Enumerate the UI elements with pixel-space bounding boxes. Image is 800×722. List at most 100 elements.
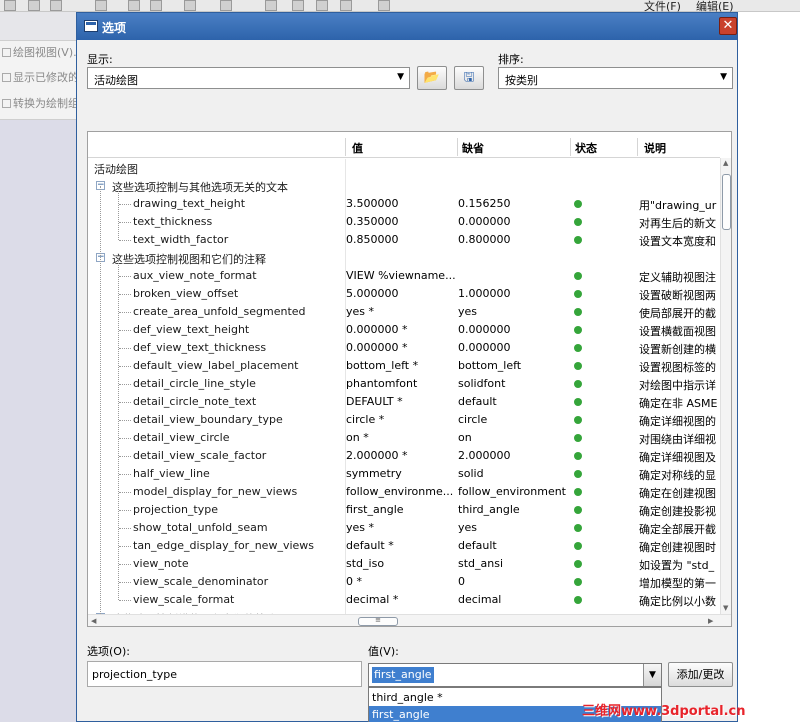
option-default: 0.000000 — [458, 323, 511, 336]
tree-group-row[interactable]: − 这些选项控制视图和它们的注释 — [88, 249, 720, 267]
option-value: DEFAULT * — [346, 395, 403, 408]
table-row[interactable]: drawing_text_height 3.500000 0.156250 用"dra… — [88, 195, 720, 213]
background-context-menu: 绘图视图(V)... 显示已修改的 转换为绘制组 — [0, 40, 84, 120]
table-row[interactable]: detail_view_circle on * on 对围绕由详细视 — [88, 429, 720, 447]
option-label: 选项(O): — [87, 645, 130, 658]
vertical-scrollbar[interactable]: ▲ ▼ — [720, 158, 731, 614]
toolbar-icon[interactable] — [95, 0, 107, 11]
dialog-titlebar[interactable]: 选项 ✕ — [77, 13, 737, 40]
tree-group-label: 这些选项控制视图和它们的注释 — [112, 253, 266, 266]
horizontal-scrollbar[interactable]: ◀ ≡ ▶ — [88, 614, 731, 626]
table-row[interactable]: projection_type first_angle third_angle 确定创… — [88, 501, 720, 519]
tree-root-row[interactable]: 活动绘图 — [88, 159, 720, 177]
status-dot-icon — [574, 308, 582, 316]
toolbar-icon[interactable] — [265, 0, 277, 11]
option-name: text_thickness — [133, 215, 213, 228]
tree-connector — [119, 204, 131, 205]
table-row[interactable]: model_display_for_new_views follow_enviro… — [88, 483, 720, 501]
options-dialog: 选项 ✕ 显示: 活动绘图 ▼ 📂 🖫 排序: 按类别 ▼ 值 缺省 状态 说明… — [76, 12, 738, 722]
table-row[interactable]: broken_view_offset 5.000000 1.000000 设置破断视图… — [88, 285, 720, 303]
toolbar-icon[interactable] — [184, 0, 196, 11]
option-description: 对绘图中指示详 — [639, 379, 716, 392]
option-description: 确定全部展开截 — [639, 523, 716, 536]
view-icon — [2, 48, 11, 57]
table-row[interactable]: default_view_label_placement bottom_left … — [88, 357, 720, 375]
table-body: 活动绘图 − 这些选项控制与其他选项无关的文本 drawing_text_height… — [88, 159, 720, 614]
toolbar-icon[interactable] — [340, 0, 352, 11]
table-row[interactable]: view_scale_format decimal * decimal 确定比例以小数 — [88, 591, 720, 609]
status-dot-icon — [574, 218, 582, 226]
table-row[interactable]: text_thickness 0.350000 0.000000 对再生后的新文 — [88, 213, 720, 231]
option-default: on — [458, 431, 472, 444]
toolbar-icon[interactable] — [316, 0, 328, 11]
table-row[interactable]: detail_circle_note_text DEFAULT * default 确… — [88, 393, 720, 411]
value-select[interactable]: first_angle ▼ — [368, 663, 662, 687]
option-default: yes — [458, 521, 478, 534]
context-menu-item[interactable]: 显示已修改的 — [2, 69, 79, 85]
toolbar-icon[interactable] — [50, 0, 62, 11]
toolbar-icon[interactable] — [150, 0, 162, 11]
scroll-down-icon[interactable]: ▼ — [723, 604, 728, 612]
scroll-left-icon[interactable]: ◀ — [91, 617, 96, 625]
option-name: model_display_for_new_views — [133, 485, 298, 498]
tree-connector — [119, 330, 131, 331]
toolbar-icon[interactable] — [4, 0, 16, 11]
table-row[interactable]: view_note std_iso std_ansi 如设置为 "std_ — [88, 555, 720, 573]
option-value: yes * — [346, 305, 375, 318]
option-name: def_view_text_height — [133, 323, 250, 336]
table-row[interactable]: show_total_unfold_seam yes * yes 确定全部展开截 — [88, 519, 720, 537]
context-menu-item[interactable]: 转换为绘制组 — [2, 95, 79, 111]
table-row[interactable]: tan_edge_display_for_new_views default * d… — [88, 537, 720, 555]
open-folder-button[interactable]: 📂 — [417, 66, 447, 90]
add-change-button[interactable]: 添加/更改 — [668, 662, 733, 687]
table-row[interactable]: text_width_factor 0.850000 0.800000 设置文本宽度和 — [88, 231, 720, 249]
option-name: text_width_factor — [133, 233, 229, 246]
table-row[interactable]: aux_view_note_format VIEW %viewname... 定义辅… — [88, 267, 720, 285]
toolbar-icon[interactable] — [128, 0, 140, 11]
table-row[interactable]: detail_view_scale_factor 2.000000 * 2.0000… — [88, 447, 720, 465]
table-row[interactable]: create_area_unfold_segmented yes * yes 使局部展… — [88, 303, 720, 321]
scroll-right-icon[interactable]: ▶ — [708, 617, 713, 625]
toolbar-icon[interactable] — [220, 0, 232, 11]
table-row[interactable]: detail_view_boundary_type circle * circle 确… — [88, 411, 720, 429]
table-row[interactable]: def_view_text_height 0.000000 * 0.000000 设置… — [88, 321, 720, 339]
table-row[interactable]: def_view_text_thickness 0.000000 * 0.00000… — [88, 339, 720, 357]
scroll-up-icon[interactable]: ▲ — [723, 159, 728, 167]
option-default: yes — [458, 305, 478, 318]
toolbar-icon[interactable] — [28, 0, 40, 11]
option-default: 0.000000 — [458, 215, 511, 228]
option-default: 0 — [458, 575, 465, 588]
tree-connector — [119, 564, 131, 565]
option-value: VIEW %viewname... — [346, 269, 456, 282]
horizontal-scroll-thumb[interactable]: ≡ — [358, 617, 398, 626]
save-config-button[interactable]: 🖫 — [454, 66, 484, 90]
status-dot-icon — [574, 200, 582, 208]
column-header-default[interactable]: 缺省 — [462, 140, 484, 156]
tree-connector — [119, 528, 131, 529]
context-menu-item[interactable]: 绘图视图(V)... — [2, 44, 84, 60]
sort-select[interactable]: 按类别 ▼ — [498, 67, 733, 89]
option-description: 增加模型的第一 — [639, 577, 716, 590]
vertical-scroll-thumb[interactable] — [722, 174, 731, 230]
close-button[interactable]: ✕ — [719, 17, 737, 35]
tree-group-row[interactable]: − 这些选项控制与其他选项无关的文本 — [88, 177, 720, 195]
column-header-status[interactable]: 状态 — [575, 140, 597, 156]
tree-connector — [119, 438, 131, 439]
status-dot-icon — [574, 272, 582, 280]
option-input[interactable]: projection_type — [87, 661, 362, 687]
toolbar-icon[interactable] — [292, 0, 304, 11]
option-description: 确定详细视图及 — [639, 451, 716, 464]
column-header-description[interactable]: 说明 — [644, 140, 666, 156]
table-row[interactable]: view_scale_denominator 0 * 0 增加模型的第一 — [88, 573, 720, 591]
help-icon[interactable] — [378, 0, 390, 11]
table-row[interactable]: half_view_line symmetry solid 确定对称线的显 — [88, 465, 720, 483]
option-description: 设置破断视图两 — [639, 289, 716, 302]
table-row[interactable]: detail_circle_line_style phantomfont solid… — [88, 375, 720, 393]
option-default: decimal — [458, 593, 502, 606]
option-value: decimal * — [346, 593, 399, 606]
option-name: detail_view_scale_factor — [133, 449, 267, 462]
column-header-value[interactable]: 值 — [352, 140, 363, 156]
show-select[interactable]: 活动绘图 ▼ — [87, 67, 410, 89]
chevron-down-icon[interactable]: ▼ — [643, 664, 661, 686]
option-name: drawing_text_height — [133, 197, 246, 210]
